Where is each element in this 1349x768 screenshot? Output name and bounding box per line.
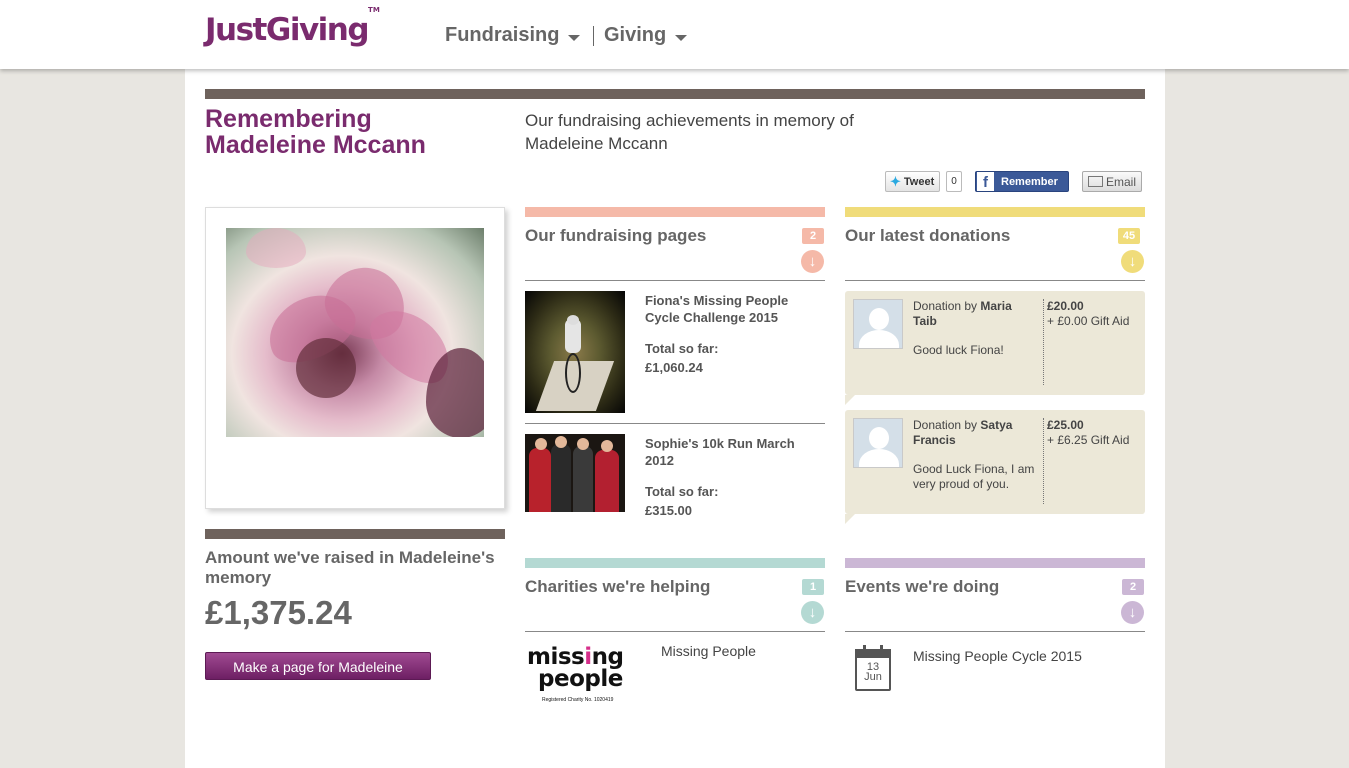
charities-heading: Charities we're helping (525, 577, 711, 596)
fundraising-rule (525, 423, 825, 424)
events-rule (845, 631, 1145, 632)
missing-people-logo[interactable]: missing people Registered Charity No. 10… (527, 645, 637, 705)
donation-gift-aid: + £0.00 Gift Aid (1047, 314, 1130, 328)
nav-divider (593, 26, 594, 46)
donation-message: Good luck Fiona! (913, 343, 1004, 357)
nav-giving[interactable]: Giving (604, 24, 688, 47)
donation-message: Good Luck Fiona, I am very proud of you. (913, 462, 1035, 491)
top-divider-bar (205, 89, 1145, 99)
fundraising-total-label: Total so far: (645, 341, 719, 356)
page-intro: Our fundraising achievements in memory o… (525, 111, 854, 153)
facebook-label: Remember (1001, 175, 1058, 188)
donations-heading: Our latest donations (845, 226, 1011, 245)
memorial-photo-frame (205, 207, 505, 509)
avatar-placeholder-icon (853, 418, 903, 468)
donations-count-badge: 45 (1118, 228, 1140, 244)
donation-gift-aid: + £6.25 Gift Aid (1047, 433, 1130, 447)
facebook-remember-button[interactable]: f Remember (975, 171, 1069, 192)
event-name[interactable]: Missing People Cycle 2015 (913, 648, 1082, 664)
top-navigation-bar: JustGivingTM Fundraising Giving (0, 0, 1349, 69)
arrow-down-icon[interactable]: ↓ (801, 250, 824, 273)
donation-amount: £25.00 (1047, 418, 1084, 432)
donation-amount-block: £25.00 + £6.25 Gift Aid (1047, 418, 1142, 448)
logo-line-2: people (538, 666, 623, 692)
caret-down-icon (568, 34, 581, 41)
fundraising-total-label: Total so far: (645, 484, 719, 499)
twitter-bird-icon: ✦ (890, 173, 901, 189)
fundraising-rule (525, 280, 825, 281)
donation-bubble-tail (845, 514, 855, 524)
donation-byline: Donation by Maria Taib (913, 299, 1038, 329)
tweet-button[interactable]: ✦ Tweet (885, 171, 940, 192)
calendar-month: Jun (864, 671, 882, 683)
nav-fundraising[interactable]: Fundraising (445, 24, 581, 47)
make-page-button[interactable]: Make a page for Madeleine (205, 652, 431, 680)
facebook-icon: f (977, 172, 994, 191)
charities-color-bar (525, 558, 825, 568)
donation-item: Donation by Maria Taib Good luck Fiona! … (845, 291, 1145, 395)
fundraising-page-title[interactable]: Fiona's Missing People Cycle Challenge 2… (645, 292, 820, 326)
charities-count-badge: 1 (802, 579, 824, 595)
tweet-label: Tweet (903, 175, 935, 188)
fundraising-total-value: £315.00 (645, 503, 692, 518)
charity-name[interactable]: Missing People (661, 643, 756, 659)
caret-down-icon (675, 34, 688, 41)
amount-raised-value: £1,375.24 (205, 594, 352, 631)
events-color-bar (845, 558, 1145, 568)
donation-prefix: Donation by (913, 299, 981, 313)
fundraising-page-title[interactable]: Sophie's 10k Run March 2012 (645, 435, 820, 469)
events-count-badge: 2 (1122, 579, 1144, 595)
arrow-down-icon[interactable]: ↓ (1121, 250, 1144, 273)
fundraising-count-badge: 2 (802, 228, 824, 244)
donation-item: Donation by Satya Francis Good Luck Fion… (845, 410, 1145, 514)
amount-raised-label: Amount we've raised in Madeleine's memor… (205, 548, 495, 587)
amount-divider-bar (205, 529, 505, 539)
arrow-down-icon[interactable]: ↓ (1121, 601, 1144, 624)
envelope-icon (1088, 176, 1103, 187)
fundraising-heading: Our fundraising pages (525, 226, 707, 245)
donations-rule (845, 280, 1145, 281)
donation-separator (1043, 299, 1044, 385)
page-title: Remembering Madeleine Mccann (205, 105, 426, 159)
donation-byline: Donation by Satya Francis (913, 418, 1038, 448)
donation-separator (1043, 418, 1044, 504)
fundraising-color-bar (525, 207, 825, 217)
nav-fundraising-label: Fundraising (445, 24, 560, 46)
donations-color-bar (845, 207, 1145, 217)
donation-amount-block: £20.00 + £0.00 Gift Aid (1047, 299, 1142, 329)
fundraising-total-value: £1,060.24 (645, 360, 703, 375)
calendar-icon: 13 Jun (855, 645, 891, 691)
donation-amount: £20.00 (1047, 299, 1084, 313)
charities-rule (525, 631, 825, 632)
memorial-photo (226, 228, 484, 437)
logo-registered-text: Registered Charity No. 1020419 (542, 697, 614, 703)
nav-giving-label: Giving (604, 24, 667, 46)
arrow-down-icon[interactable]: ↓ (801, 601, 824, 624)
email-button[interactable]: Email (1082, 171, 1142, 192)
events-heading: Events we're doing (845, 577, 1000, 596)
justgiving-logo[interactable]: JustGivingTM (205, 6, 380, 48)
fundraising-page-image[interactable] (525, 291, 625, 413)
donation-prefix: Donation by (913, 418, 981, 432)
email-label: Email (1106, 174, 1137, 189)
avatar-placeholder-icon (853, 299, 903, 349)
tweet-count: 0 (946, 171, 962, 192)
donation-bubble-tail (845, 395, 855, 405)
fundraising-page-image[interactable] (525, 434, 625, 512)
